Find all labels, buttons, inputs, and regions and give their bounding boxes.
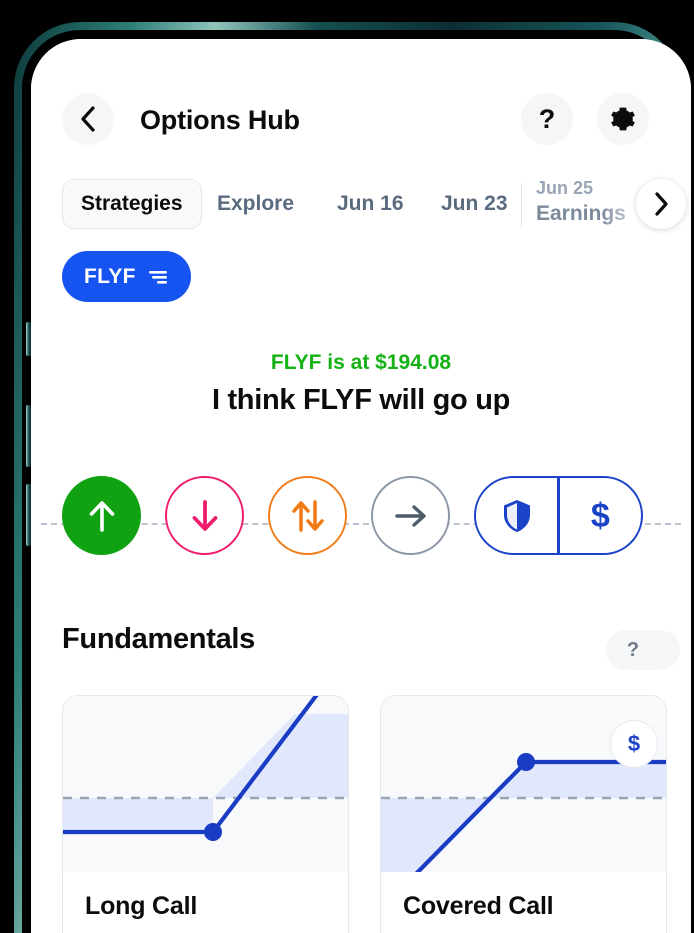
- breakeven-dot: [517, 753, 535, 771]
- sentiment-selector: $: [31, 459, 691, 589]
- shield-icon: [503, 499, 530, 532]
- dollar-icon: $: [590, 496, 610, 535]
- screenshot-stage: Options Hub ? Strategies Explore Jun 16 …: [0, 0, 694, 933]
- tab-explore-label: Explore: [217, 192, 295, 215]
- chevron-right-icon: [655, 192, 668, 216]
- breakeven-dot: [204, 823, 222, 841]
- tab-strategies-label: Strategies: [81, 192, 183, 215]
- arrow-down-icon: [192, 499, 217, 531]
- phone-screen: Options Hub ? Strategies Explore Jun 16 …: [31, 39, 691, 933]
- sentiment-option-volatile[interactable]: [268, 476, 347, 555]
- ticker-price-text: FLYF is at $194.08: [270, 351, 452, 374]
- filter-icon: [148, 270, 167, 284]
- app-viewport: Options Hub ? Strategies Explore Jun 16 …: [31, 39, 691, 933]
- help-icon: ?: [538, 103, 556, 134]
- ticker-symbol: FLYF: [84, 264, 136, 288]
- tab-jun-16-label: Jun 16: [337, 192, 404, 215]
- strategy-card-covered-call[interactable]: $ Covered Call Bullish ↑: [380, 695, 667, 933]
- payoff-chart-svg: [63, 696, 348, 841]
- sentiment-option-income[interactable]: $: [560, 478, 641, 553]
- help-button[interactable]: ?: [521, 93, 573, 145]
- sentiment-option-protect-income[interactable]: $: [474, 476, 643, 555]
- fundamentals-help-icon: ?: [626, 638, 640, 661]
- sentiment-option-down[interactable]: [165, 476, 244, 555]
- strategy-name: Covered Call: [403, 892, 554, 920]
- fundamentals-heading: Fundamentals: [62, 623, 255, 655]
- page-title: Options Hub: [140, 105, 300, 135]
- settings-button[interactable]: [597, 93, 649, 145]
- dollar-icon: $: [627, 731, 641, 756]
- thesis-headline: I think FLYF will go up: [211, 384, 511, 416]
- tab-jun-23[interactable]: Jun 23: [441, 180, 508, 228]
- sentiment-option-protect[interactable]: [476, 478, 557, 553]
- payoff-chart-long-call: [63, 696, 348, 872]
- phone-frame: Options Hub ? Strategies Explore Jun 16 …: [14, 22, 691, 933]
- sentiment-option-flat[interactable]: [371, 476, 450, 555]
- tab-jun-23-label: Jun 23: [441, 192, 508, 215]
- strategy-name: Long Call: [85, 892, 198, 920]
- back-button[interactable]: [62, 93, 114, 145]
- sentiment-option-up[interactable]: [62, 476, 141, 555]
- arrow-up-icon: [89, 500, 114, 532]
- tab-divider: [521, 183, 522, 227]
- tab-explore[interactable]: Explore: [217, 180, 294, 228]
- tabs-next-button[interactable]: [636, 179, 686, 229]
- ticker-selector-button[interactable]: FLYF: [62, 251, 191, 302]
- arrow-up-down-icon: [291, 499, 324, 532]
- tab-strategies[interactable]: Strategies: [62, 179, 202, 229]
- chevron-left-icon: [81, 106, 95, 132]
- gear-icon: [611, 107, 635, 131]
- app-header: Options Hub ?: [31, 83, 691, 155]
- tab-jun-16[interactable]: Jun 16: [337, 180, 404, 228]
- tab-bar: Strategies Explore Jun 16 Jun 23 Jun 25 …: [31, 171, 691, 237]
- strategy-card-long-call[interactable]: Long Call Bullish ↑: [62, 695, 349, 933]
- dollar-badge: $: [610, 720, 658, 768]
- arrow-right-icon: [394, 504, 426, 527]
- fundamentals-help-button[interactable]: ?: [606, 630, 680, 670]
